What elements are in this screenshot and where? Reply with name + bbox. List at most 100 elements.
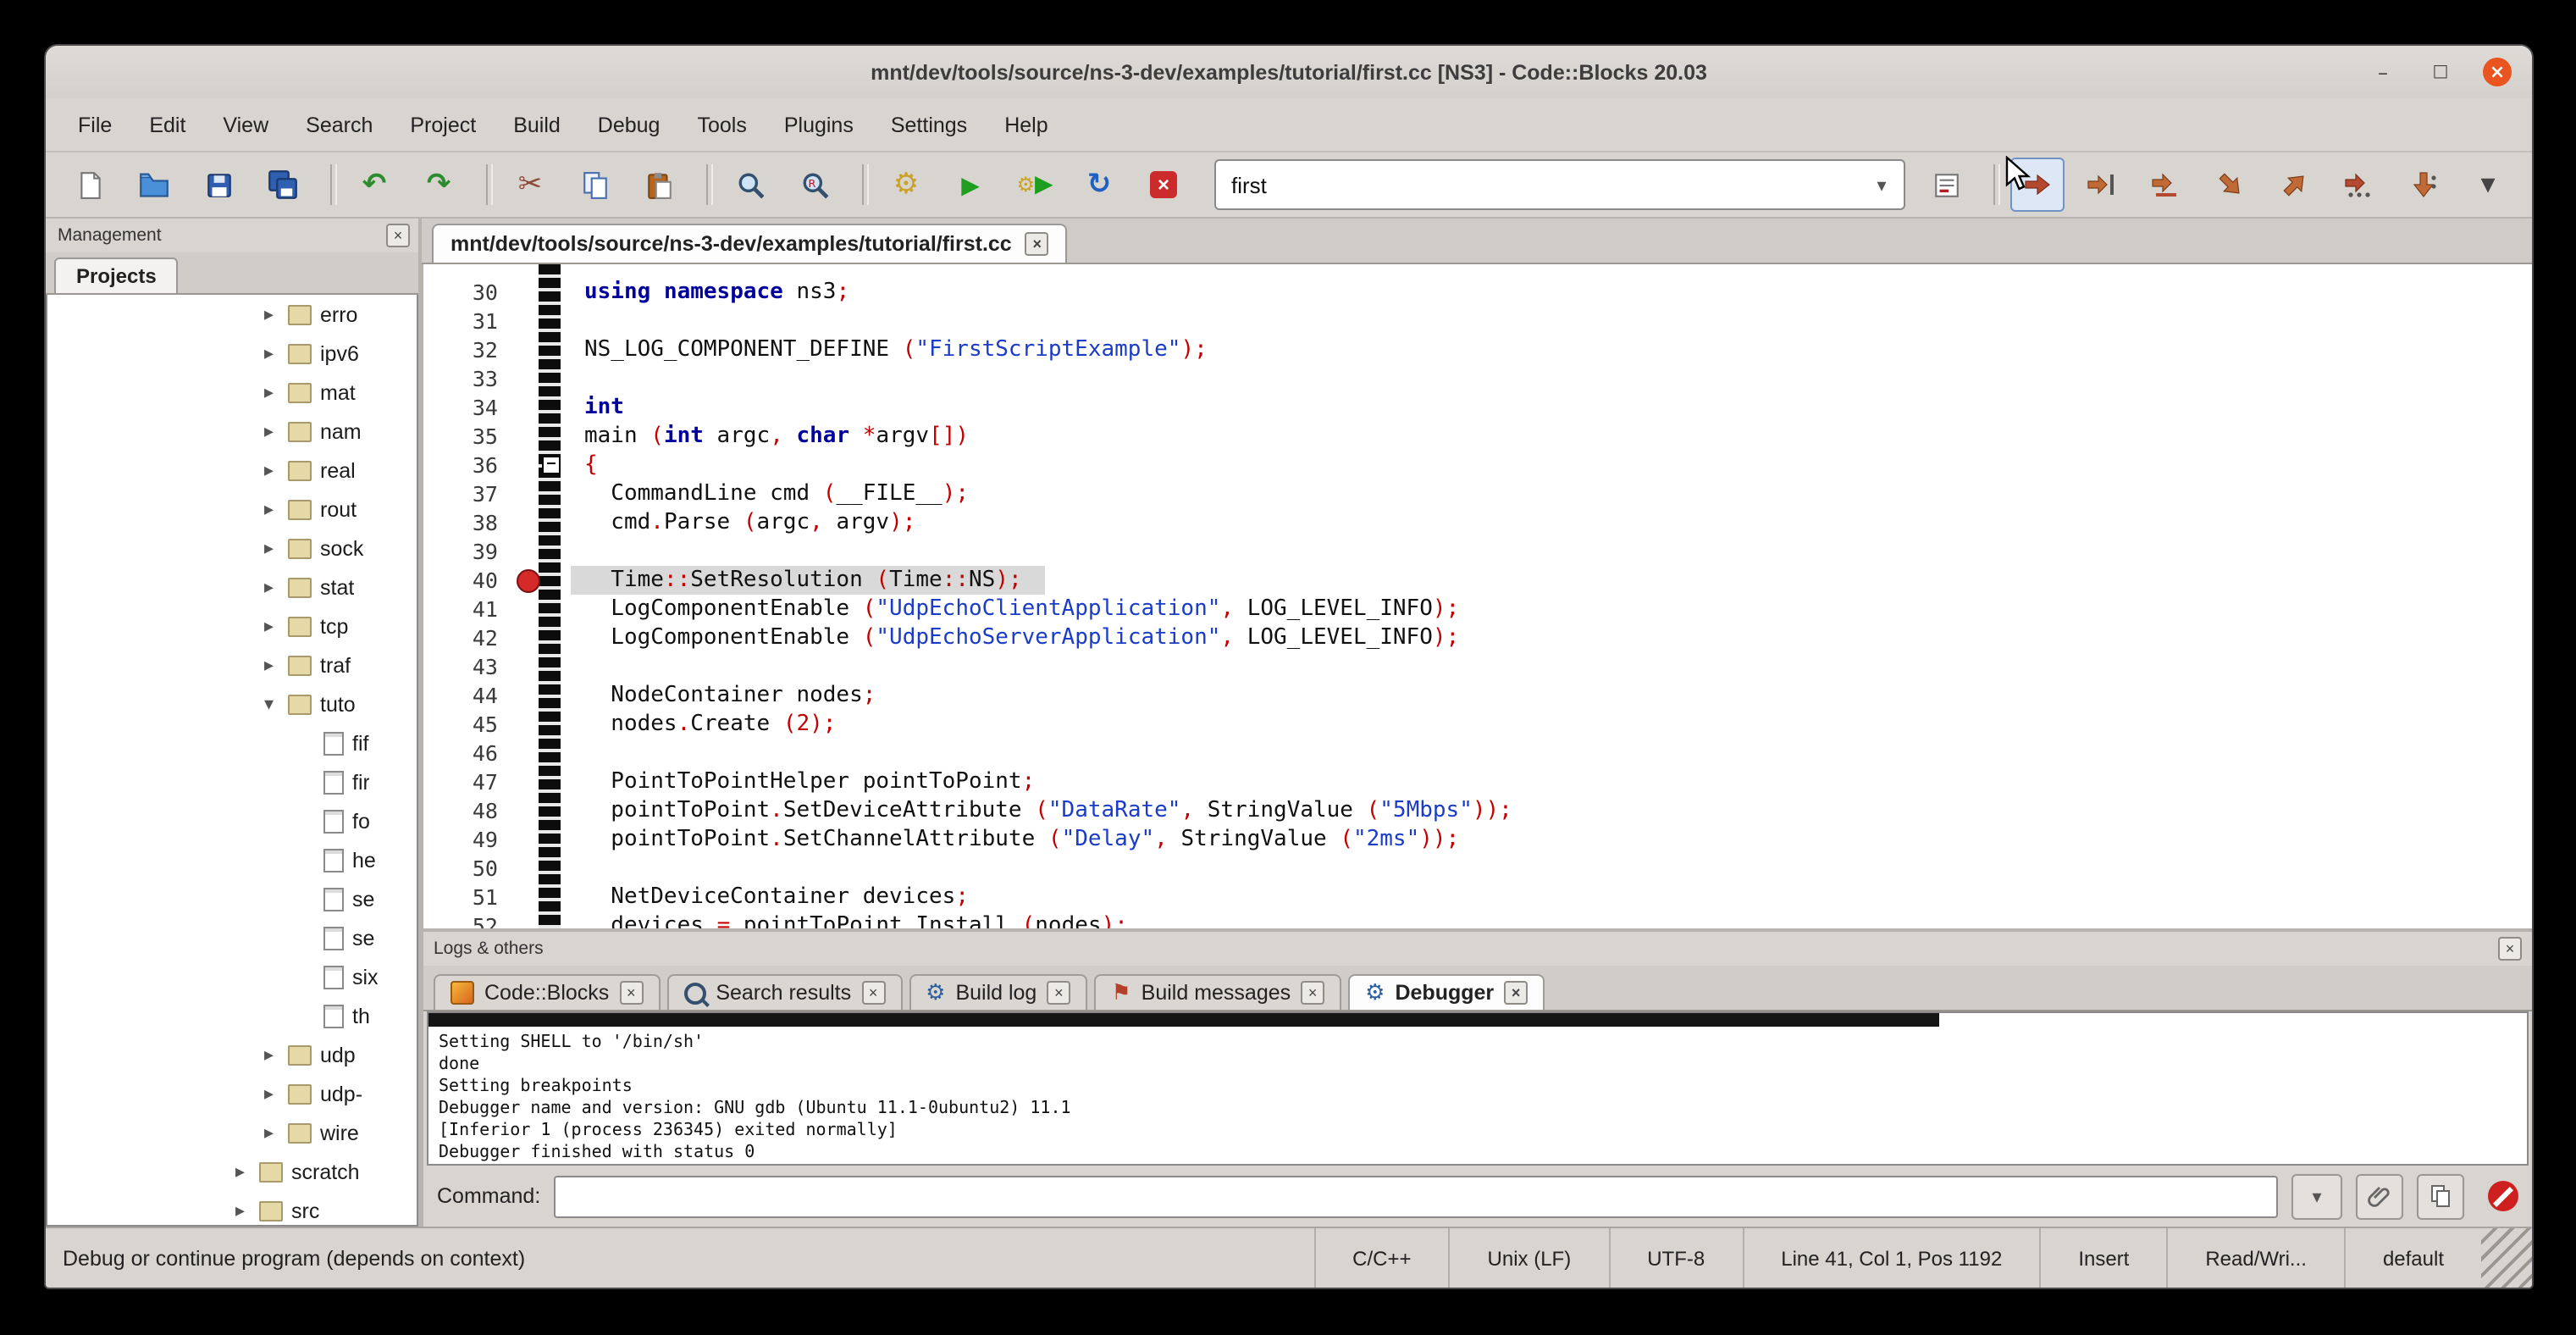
stop-debugger-icon[interactable] — [2488, 1181, 2518, 1211]
tree-item-six[interactable]: six — [47, 957, 417, 996]
tree-item-th[interactable]: th — [47, 996, 417, 1035]
marker-margin[interactable] — [508, 335, 549, 364]
logs-tab-search-results[interactable]: Search results — [666, 974, 902, 1010]
build-target-input[interactable] — [1216, 172, 1860, 197]
code-text[interactable]: LogComponentEnable ("UdpEchoServerApplic… — [571, 623, 1459, 652]
next-instruction-button[interactable] — [2332, 158, 2386, 212]
chevron-right-icon[interactable]: ▸ — [264, 303, 288, 325]
active-code-line[interactable]: Time::SetResolution (Time::NS); — [571, 566, 1046, 595]
marker-margin[interactable] — [508, 566, 549, 595]
code-text[interactable]: pointToPoint.SetChannelAttribute ("Delay… — [571, 825, 1459, 854]
chevron-right-icon[interactable]: ▸ — [264, 459, 288, 481]
build-button[interactable] — [879, 158, 933, 212]
chevron-right-icon[interactable]: ▸ — [264, 498, 288, 520]
menu-plugins[interactable]: Plugins — [766, 106, 872, 143]
code-text[interactable]: NS_LOG_COMPONENT_DEFINE ("FirstScriptExa… — [571, 335, 1208, 364]
close-tab-icon[interactable] — [619, 981, 643, 1005]
step-into-button[interactable] — [2203, 158, 2258, 212]
command-history-chevron-icon[interactable] — [2291, 1173, 2342, 1219]
step-out-button[interactable] — [2268, 158, 2322, 212]
tree-item-tcp[interactable]: ▸tcp — [47, 607, 417, 645]
chevron-right-icon[interactable]: ▸ — [264, 342, 288, 364]
save-button[interactable] — [191, 158, 246, 212]
close-panel-icon[interactable] — [386, 224, 410, 247]
debug-continue-button[interactable] — [2010, 158, 2065, 212]
toolbar-overflow-button[interactable] — [2461, 158, 2515, 212]
chevron-down-icon[interactable]: ▾ — [264, 693, 288, 715]
marker-margin[interactable] — [508, 739, 549, 767]
tree-item-traf[interactable]: ▸traf — [47, 645, 417, 684]
close-tab-icon[interactable] — [861, 981, 885, 1005]
tree-item-nam[interactable]: ▸nam — [47, 412, 417, 451]
marker-margin[interactable] — [508, 393, 549, 422]
chevron-right-icon[interactable]: ▸ — [264, 1044, 288, 1066]
undo-button[interactable] — [347, 158, 401, 212]
cut-button[interactable] — [503, 158, 557, 212]
tree-item-wire[interactable]: ▸wire — [47, 1113, 417, 1152]
new-file-button[interactable] — [63, 158, 117, 212]
tree-item-udp[interactable]: ▸udp — [47, 1035, 417, 1074]
command-input[interactable] — [554, 1175, 2278, 1217]
close-tab-icon[interactable] — [1047, 981, 1070, 1005]
tree-item-fir[interactable]: fir — [47, 762, 417, 801]
menu-search[interactable]: Search — [287, 106, 391, 143]
rebuild-button[interactable] — [1072, 158, 1126, 212]
chevron-right-icon[interactable]: ▸ — [264, 537, 288, 559]
menu-settings[interactable]: Settings — [872, 106, 986, 143]
close-tab-icon[interactable] — [1301, 981, 1324, 1005]
code-text[interactable]: int — [571, 393, 624, 422]
step-into-instruction-button[interactable] — [2396, 158, 2451, 212]
tree-item-real[interactable]: ▸real — [47, 451, 417, 490]
next-line-button[interactable] — [2139, 158, 2193, 212]
marker-margin[interactable] — [508, 854, 549, 883]
tree-item-udp-[interactable]: ▸udp- — [47, 1074, 417, 1113]
marker-margin[interactable] — [508, 767, 549, 796]
menu-file[interactable]: File — [59, 106, 130, 143]
menu-view[interactable]: View — [204, 106, 287, 143]
chevron-right-icon[interactable]: ▸ — [264, 381, 288, 403]
tree-item-fo[interactable]: fo — [47, 801, 417, 840]
tree-item-tuto[interactable]: ▾tuto — [47, 684, 417, 723]
editor-tab-first-cc[interactable]: mnt/dev/tools/source/ns-3-dev/examples/t… — [432, 224, 1068, 263]
menu-project[interactable]: Project — [391, 106, 495, 143]
copy-log-button[interactable] — [2417, 1173, 2464, 1219]
chevron-right-icon[interactable]: ▸ — [264, 654, 288, 676]
minimize-icon[interactable]: – — [2368, 57, 2398, 87]
menu-edit[interactable]: Edit — [130, 106, 204, 143]
logs-tab-code-blocks[interactable]: Code::Blocks — [434, 974, 660, 1010]
run-button[interactable] — [943, 158, 998, 212]
build-and-run-button[interactable] — [1008, 158, 1062, 212]
tree-item-he[interactable]: he — [47, 840, 417, 879]
tree-item-sock[interactable]: ▸sock — [47, 529, 417, 568]
tree-item-scratch[interactable]: ▸scratch — [47, 1152, 417, 1191]
paste-button[interactable] — [632, 158, 686, 212]
code-text[interactable]: CommandLine cmd (__FILE__); — [571, 479, 969, 508]
marker-margin[interactable] — [508, 278, 549, 307]
menu-debug[interactable]: Debug — [579, 106, 679, 143]
marker-margin[interactable] — [508, 422, 549, 451]
code-text[interactable]: cmd.Parse (argc, argv); — [571, 508, 915, 537]
copy-button[interactable] — [567, 158, 622, 212]
tree-item-erro[interactable]: ▸erro — [47, 295, 417, 334]
logs-tab-build-messages[interactable]: Build messages — [1094, 974, 1341, 1010]
menu-help[interactable]: Help — [986, 106, 1066, 143]
abort-button[interactable] — [1136, 158, 1191, 212]
tree-item-se[interactable]: se — [47, 918, 417, 957]
tree-item-fif[interactable]: fif — [47, 723, 417, 762]
tree-item-mat[interactable]: ▸mat — [47, 373, 417, 412]
marker-margin[interactable] — [508, 825, 549, 854]
logs-tab-build-log[interactable]: Build log — [909, 974, 1087, 1010]
tree-item-se[interactable]: se — [47, 879, 417, 918]
code-text[interactable]: { — [571, 451, 598, 479]
find-button[interactable] — [723, 158, 777, 212]
marker-margin[interactable] — [508, 681, 549, 710]
marker-margin[interactable] — [508, 537, 549, 566]
select-target-button[interactable] — [1919, 158, 1973, 212]
tree-item-ipv6[interactable]: ▸ipv6 — [47, 334, 417, 373]
menu-build[interactable]: Build — [495, 106, 579, 143]
marker-margin[interactable] — [508, 508, 549, 537]
save-all-button[interactable] — [256, 158, 310, 212]
close-tab-icon[interactable] — [1504, 981, 1528, 1005]
marker-margin[interactable] — [508, 595, 549, 623]
resize-grip[interactable] — [2481, 1228, 2532, 1288]
